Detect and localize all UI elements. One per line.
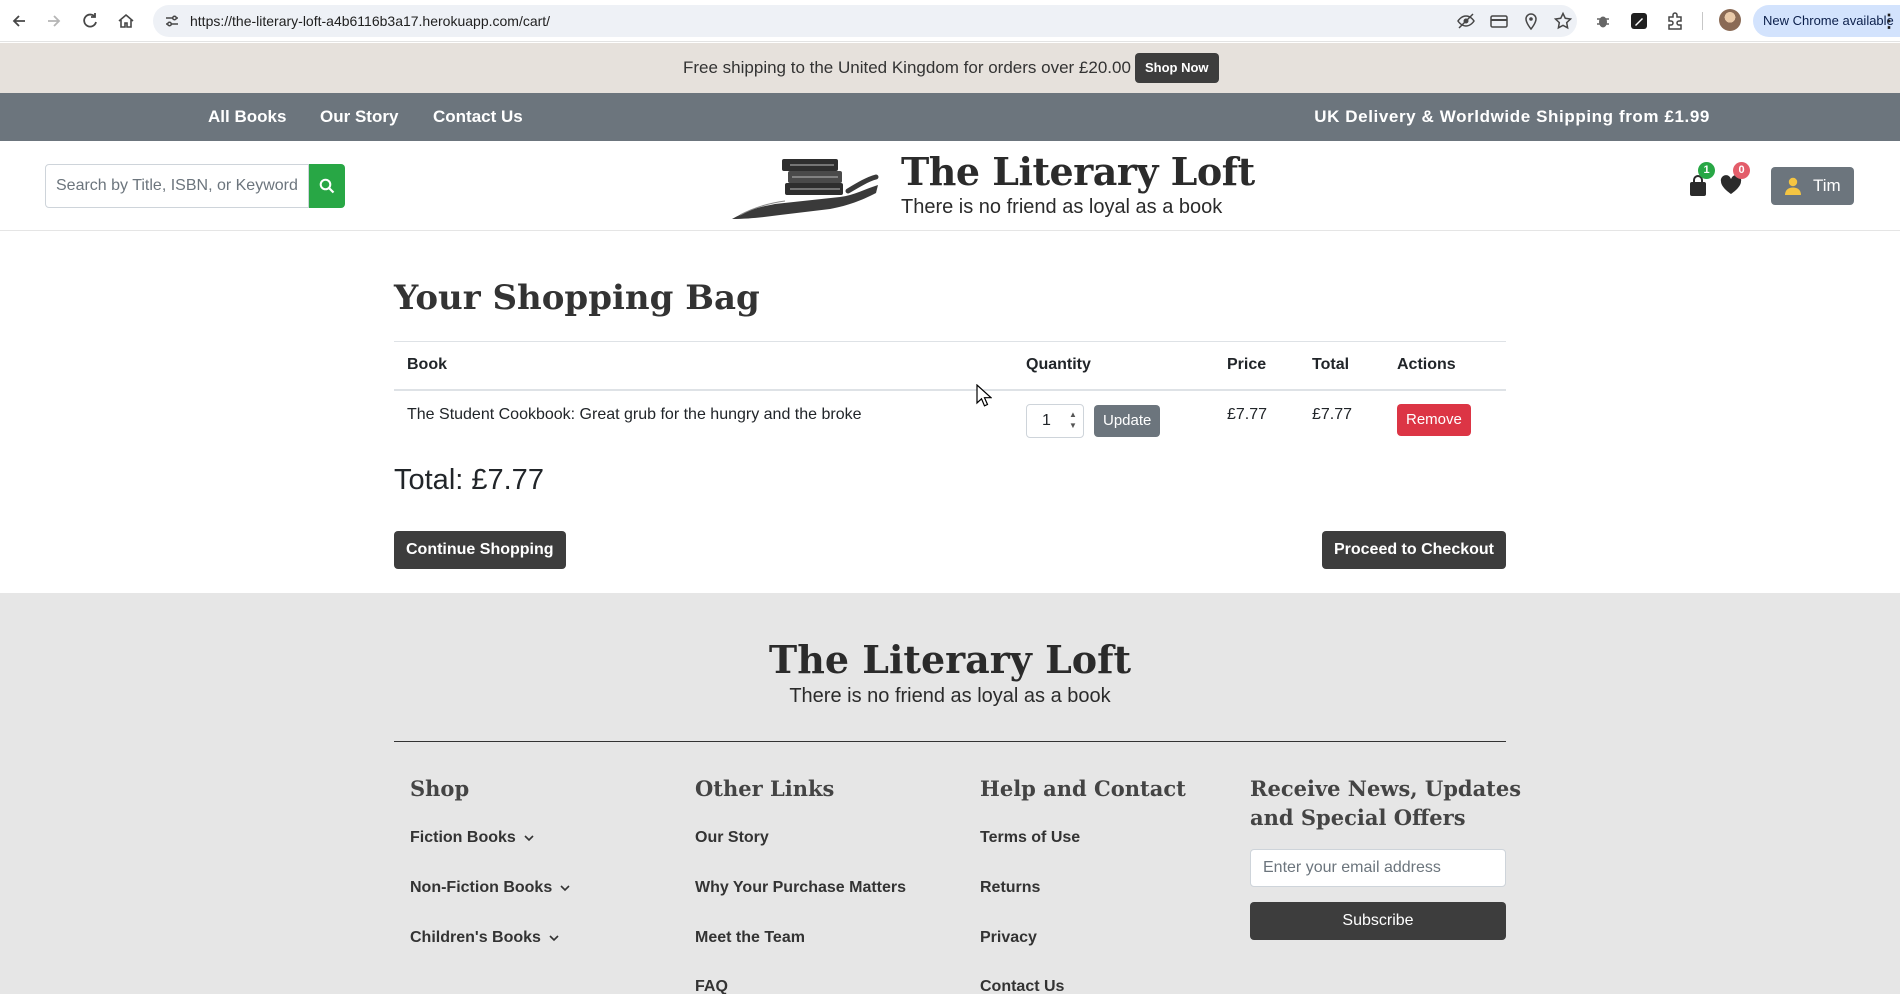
footer-heading-shop: Shop: [410, 776, 470, 801]
site-info-icon[interactable]: [163, 12, 181, 30]
footer-link-non-fiction[interactable]: Non-Fiction Books: [410, 879, 570, 897]
newsletter-heading-line: Receive News, Updates: [1250, 776, 1522, 801]
site-footer: The Literary Loft There is no friend as …: [0, 593, 1900, 994]
footer-brand: The Literary Loft: [768, 637, 1132, 682]
footer-link-terms[interactable]: Terms of Use: [980, 829, 1080, 847]
footer-heading-other-links: Other Links: [695, 776, 835, 801]
footer-link-meet-the-team[interactable]: Meet the Team: [695, 929, 805, 947]
search-input[interactable]: [46, 165, 308, 207]
reload-icon[interactable]: [80, 11, 100, 31]
eye-off-icon[interactable]: [1456, 11, 1476, 31]
newsletter-heading-line: and Special Offers: [1250, 805, 1466, 830]
search-field[interactable]: [45, 164, 309, 208]
site-brand[interactable]: The Literary Loft: [901, 149, 1255, 194]
profile-avatar[interactable]: [1719, 9, 1741, 31]
table-header-border: [394, 389, 1506, 391]
search-icon: [319, 178, 335, 194]
url-text: https://the-literary-loft-a4b6116b3a17.h…: [190, 13, 551, 29]
footer-heading-help: Help and Contact: [980, 776, 1186, 801]
mouse-pointer-icon: [976, 384, 992, 408]
newsletter-email-field[interactable]: [1250, 849, 1506, 887]
wishlist-count-badge: 0: [1733, 162, 1750, 179]
chevron-down-icon: [524, 835, 534, 841]
nav-contact-us[interactable]: Contact Us: [433, 107, 523, 127]
email-input[interactable]: [1251, 850, 1505, 886]
cart-grand-total: Total: £7.77: [394, 464, 544, 496]
user-name: Tim: [1813, 176, 1841, 195]
footer-link-fiction[interactable]: Fiction Books: [410, 829, 534, 847]
shipping-note: UK Delivery & Worldwide Shipping from £1…: [1314, 107, 1710, 126]
extension-bug-icon[interactable]: [1593, 11, 1613, 31]
table-top-border: [394, 341, 1506, 342]
item-total: £7.77: [1312, 406, 1353, 423]
home-icon[interactable]: [116, 11, 136, 31]
browser-toolbar: https://the-literary-loft-a4b6116b3a17.h…: [0, 0, 1900, 42]
spinner-arrows-icon[interactable]: ▲ ▼: [1068, 409, 1078, 433]
footer-link-returns[interactable]: Returns: [980, 879, 1040, 897]
site-tagline: There is no friend as loyal as a book: [901, 196, 1223, 218]
nav-our-story[interactable]: Our Story: [320, 107, 398, 127]
column-header-total: Total: [1312, 356, 1350, 373]
footer-divider: [394, 741, 1506, 742]
nav-all-books[interactable]: All Books: [208, 107, 286, 127]
continue-shopping-button[interactable]: Continue Shopping: [394, 531, 566, 569]
cart-item-title[interactable]: The Student Cookbook: Great grub for the…: [407, 406, 862, 424]
footer-link-contact-us[interactable]: Contact Us: [980, 978, 1064, 994]
logo-hand-books-icon[interactable]: [730, 149, 882, 221]
quantity-stepper[interactable]: 1 ▲ ▼: [1026, 404, 1084, 438]
subscribe-button[interactable]: Subscribe: [1250, 902, 1506, 940]
more-menu-icon[interactable]: ⋮: [1880, 5, 1898, 37]
back-icon[interactable]: [9, 11, 29, 31]
remove-button[interactable]: Remove: [1397, 404, 1471, 436]
footer-tagline: There is no friend as loyal as a book: [789, 685, 1111, 707]
shop-now-button[interactable]: Shop Now: [1135, 53, 1219, 83]
site-header: The Literary Loft There is no friend as …: [0, 141, 1900, 231]
extensions-puzzle-icon[interactable]: [1665, 11, 1685, 31]
page-title: Your Shopping Bag: [394, 278, 760, 318]
footer-link-childrens[interactable]: Children's Books: [410, 929, 559, 947]
card-icon[interactable]: [1489, 11, 1509, 31]
user-account-button[interactable]: Tim: [1771, 167, 1854, 205]
extension-pen-icon[interactable]: [1629, 11, 1649, 31]
announcement-message: Free shipping to the United Kingdom for …: [683, 58, 1131, 77]
footer-heading-newsletter: Receive News, Updates and Special Offers: [1250, 774, 1521, 832]
column-header-quantity: Quantity: [1026, 356, 1091, 373]
announcement-bar: Free shipping to the United Kingdom for …: [0, 43, 1900, 93]
column-header-book: Book: [407, 356, 447, 373]
chevron-down-icon: [549, 935, 559, 941]
location-icon[interactable]: [1521, 11, 1541, 31]
search-button[interactable]: [309, 164, 345, 208]
main-nav: All Books Our Story Contact Us UK Delive…: [0, 93, 1900, 141]
column-header-actions: Actions: [1397, 356, 1456, 373]
forward-icon[interactable]: [44, 11, 64, 31]
chevron-down-icon: [560, 885, 570, 891]
update-chip-label: New Chrome available: [1763, 13, 1894, 28]
chrome-update-chip[interactable]: New Chrome available ⋮: [1753, 5, 1900, 37]
item-price: £7.77: [1227, 406, 1268, 423]
footer-link-label: Fiction Books: [410, 829, 516, 846]
address-bar[interactable]: https://the-literary-loft-a4b6116b3a17.h…: [153, 5, 1577, 37]
footer-link-label: Non-Fiction Books: [410, 879, 553, 896]
column-header-price: Price: [1227, 356, 1267, 373]
proceed-to-checkout-button[interactable]: Proceed to Checkout: [1321, 531, 1506, 569]
update-button[interactable]: Update: [1094, 405, 1161, 437]
bookmark-star-icon[interactable]: [1553, 11, 1573, 31]
footer-link-our-story[interactable]: Our Story: [695, 829, 769, 847]
quantity-value: 1: [1042, 412, 1051, 429]
user-icon: [1785, 177, 1801, 195]
cart-count-badge: 1: [1698, 162, 1715, 179]
toolbar-divider: [1702, 12, 1703, 30]
footer-link-why-purchase-matters[interactable]: Why Your Purchase Matters: [695, 879, 906, 897]
footer-link-faq[interactable]: FAQ: [695, 978, 728, 994]
footer-link-privacy[interactable]: Privacy: [980, 929, 1037, 947]
footer-link-label: Children's Books: [410, 929, 541, 946]
